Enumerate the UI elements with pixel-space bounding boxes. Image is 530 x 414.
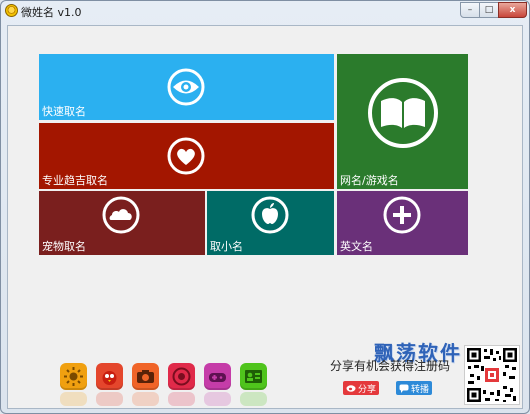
qr-code (464, 345, 520, 405)
bird-app-icon[interactable] (96, 363, 123, 390)
maximize-button[interactable]: □ (479, 2, 499, 18)
gamepad-app-icon[interactable] (204, 363, 231, 390)
title-bar[interactable]: 微姓名 v1.0 – □ x (1, 1, 529, 23)
dock-reflection (60, 392, 87, 406)
contacts-app-icon[interactable] (240, 363, 267, 390)
heart-icon (167, 137, 205, 175)
dock-reflection (240, 392, 267, 406)
book-icon (368, 78, 438, 148)
close-button[interactable]: x (498, 2, 527, 18)
plus-icon (383, 196, 421, 234)
tile-professional-naming[interactable]: 专业趋吉取名 (39, 123, 334, 189)
repost-icon (399, 384, 409, 393)
app-logo-icon (5, 4, 18, 17)
eye-icon (167, 68, 205, 106)
share-label: 分享 (358, 384, 377, 395)
app-window: 微姓名 v1.0 – □ x 快速取名 专业趋吉取名 网名/游戏名 宠物取名 取… (0, 0, 530, 414)
tile-label: 网名/游戏名 (340, 174, 399, 187)
tile-english-name[interactable]: 英文名 (337, 191, 468, 255)
tile-label: 专业趋吉取名 (42, 174, 108, 187)
dock-reflection (168, 392, 195, 406)
dock-reflection (132, 392, 159, 406)
app-dock (60, 363, 276, 413)
minimize-button[interactable]: – (460, 2, 480, 18)
dock-reflection (204, 392, 231, 406)
tile-pet-naming[interactable]: 宠物取名 (39, 191, 205, 255)
repost-button[interactable]: 转播 (396, 381, 432, 395)
weibo-share-button[interactable]: 分享 (343, 381, 379, 395)
sun-app-icon[interactable] (60, 363, 87, 390)
promo-text: 分享有机会获得注册码 (330, 359, 451, 373)
tile-label: 英文名 (340, 240, 373, 253)
window-title: 微姓名 v1.0 (21, 6, 82, 19)
repost-label: 转播 (411, 384, 430, 395)
apple-icon (251, 196, 289, 234)
main-panel: 快速取名 专业趋吉取名 网名/游戏名 宠物取名 取小名 英文名 飘荡软件 分享有… (7, 25, 523, 409)
cloud-icon (102, 196, 140, 234)
camera-app-icon[interactable] (132, 363, 159, 390)
tile-childhood-name[interactable]: 取小名 (207, 191, 334, 255)
tile-nickname-game-name[interactable]: 网名/游戏名 (337, 54, 468, 189)
tile-quick-naming[interactable]: 快速取名 (39, 54, 334, 120)
tile-label: 快速取名 (42, 105, 86, 118)
chrome-app-icon[interactable] (168, 363, 195, 390)
tile-label: 取小名 (210, 240, 243, 253)
dock-reflection (96, 392, 123, 406)
weibo-icon (346, 385, 356, 392)
tile-label: 宠物取名 (42, 240, 86, 253)
